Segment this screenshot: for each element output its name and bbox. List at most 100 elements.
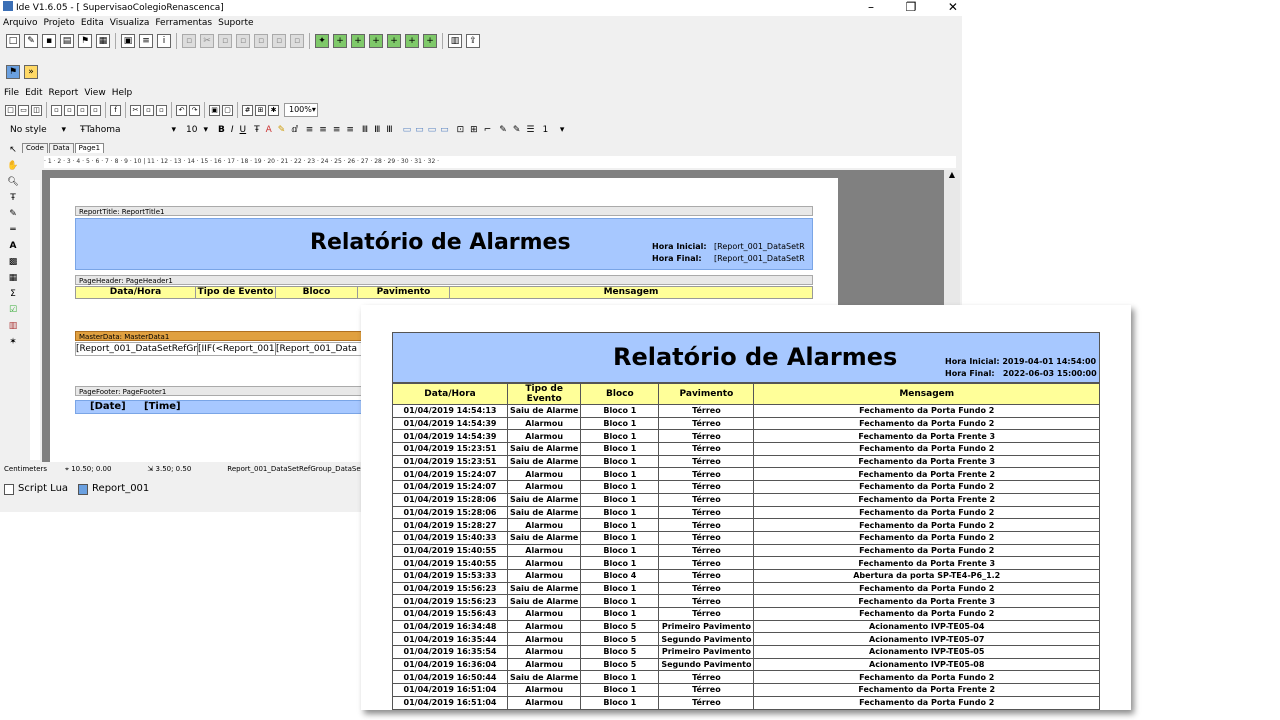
add-node2-icon[interactable]: + (351, 34, 365, 48)
connect-icon[interactable]: ⚑ (78, 34, 92, 48)
underline-icon[interactable]: U (240, 125, 247, 135)
line-color-icon[interactable]: ✎ (513, 125, 521, 135)
font-color-icon[interactable]: A (266, 125, 272, 135)
db-icon[interactable]: ▦ (96, 34, 110, 48)
copy-icon[interactable]: ▫ (182, 34, 196, 48)
list-icon[interactable]: ≡ (139, 34, 153, 48)
font-size-select[interactable]: 10 ▾ (182, 123, 212, 137)
page2-icon[interactable]: ▫ (77, 104, 88, 116)
preview-icon[interactable]: ◫ (31, 104, 42, 116)
chart-icon[interactable]: ▥ (448, 34, 462, 48)
more-tools-icon[interactable]: ✶ (4, 334, 22, 350)
export-icon[interactable]: ⇪ (466, 34, 480, 48)
cut-icon[interactable]: ✂ (200, 34, 214, 48)
cut2-icon[interactable]: ✂ (130, 104, 141, 116)
design-header-bloco[interactable]: Bloco (276, 287, 358, 298)
page-header-band[interactable]: Data/Hora Tipo de Evento Bloco Pavimento Men… (75, 286, 813, 299)
tab-script-lua[interactable]: Script Lua (4, 480, 68, 498)
add-node-icon[interactable]: + (333, 34, 347, 48)
open-report-icon[interactable]: ▭ (18, 104, 29, 116)
fit-grid-icon[interactable]: ✱ (268, 104, 279, 116)
scroll-up-icon[interactable]: ▲ (944, 170, 960, 179)
page3-icon[interactable]: ▫ (90, 104, 101, 116)
tab-report-001[interactable]: Report_001 (78, 480, 149, 498)
menu-ferramentas[interactable]: Ferramentas (155, 18, 212, 28)
zoom-icon[interactable]: 🔍︎ (4, 174, 22, 190)
new-file-icon[interactable]: □ (6, 34, 20, 48)
add-node5-icon[interactable]: + (405, 34, 419, 48)
report-title-band[interactable]: Relatório de Alarmes Hora Inicial: Hora … (75, 218, 813, 270)
align3-icon[interactable]: ▫ (272, 34, 286, 48)
menu-file[interactable]: File (4, 88, 19, 98)
text-tool-icon[interactable]: Ŧ (4, 190, 22, 206)
italic-icon[interactable]: I (231, 125, 234, 135)
hora-inicial-field[interactable]: [Report_001_DataSetR (714, 241, 805, 253)
network-icon[interactable]: ✦ (315, 34, 329, 48)
report-connect-icon[interactable]: ⚑ (6, 65, 20, 79)
close-button[interactable]: ✕ (948, 0, 958, 16)
frame-none-icon[interactable]: ⊞ (470, 125, 478, 135)
shadow-icon[interactable]: ⌐ (484, 125, 492, 135)
bold-icon[interactable]: B (218, 125, 225, 135)
paste2-icon[interactable]: ▫ (156, 104, 167, 116)
fill-icon[interactable]: ✎ (278, 125, 286, 135)
menu-projeto[interactable]: Projeto (43, 18, 74, 28)
design-report-title[interactable]: Relatório de Alarmes (310, 230, 571, 255)
menu-suporte[interactable]: Suporte (218, 18, 253, 28)
footer-date-field[interactable]: [Date] (90, 401, 126, 413)
add-node3-icon[interactable]: + (369, 34, 383, 48)
add-node4-icon[interactable]: + (387, 34, 401, 48)
hand-icon[interactable]: ✋ (4, 158, 22, 174)
design-header-pavimento[interactable]: Pavimento (358, 287, 450, 298)
tab-page1[interactable]: Page1 (74, 143, 105, 153)
valign-bottom-icon[interactable]: Ⅲ (386, 125, 392, 135)
hora-inicial-label[interactable]: Hora Inicial: (652, 241, 707, 253)
footer-time-field[interactable]: [Time] (144, 401, 181, 413)
design-header-datahora[interactable]: Data/Hora (76, 287, 196, 298)
line-width-select[interactable]: 1 ▾ (538, 123, 568, 137)
redo-icon[interactable]: ↷ (189, 104, 200, 116)
menu-help[interactable]: Help (112, 88, 133, 98)
print-icon[interactable]: ▤ (60, 34, 74, 48)
band-icon[interactable]: ═ (4, 222, 22, 238)
open-icon[interactable]: ✎ (24, 34, 38, 48)
master-field-datahora[interactable]: [Report_001_DataSetRefGro (76, 343, 198, 355)
minimize-button[interactable]: – (868, 0, 874, 16)
menu-edit[interactable]: Edit (25, 88, 42, 98)
hora-final-field[interactable]: [Report_001_DataSetR (714, 253, 805, 265)
hora-final-label[interactable]: Hora Final: (652, 253, 707, 265)
frame-bottom-icon[interactable]: ▭ (415, 125, 424, 135)
frame-color-icon[interactable]: ✎ (499, 125, 507, 135)
report-run-icon[interactable]: » (24, 65, 38, 79)
align2-icon[interactable]: ▫ (254, 34, 268, 48)
restore-button[interactable]: ❐ (906, 0, 917, 16)
ungroup-icon[interactable]: ▢ (222, 104, 233, 116)
new-report-icon[interactable]: □ (5, 104, 16, 116)
page-icon[interactable]: ▫ (64, 104, 75, 116)
group-icon[interactable]: ▣ (209, 104, 220, 116)
checkbox-icon[interactable]: ☑ (4, 302, 22, 318)
design-header-mensagem[interactable]: Mensagem (450, 287, 812, 298)
line-style-icon[interactable]: ☰ (526, 125, 534, 135)
frame-left-icon[interactable]: ▭ (428, 125, 437, 135)
style-select[interactable]: No style ▾ (6, 123, 70, 137)
master-field-tipo[interactable]: [IIF(<Report_001 (198, 343, 276, 355)
font-select[interactable]: ŦTahoma ▾ (76, 123, 180, 137)
align-right-icon[interactable]: ≡ (333, 125, 341, 135)
page-header-band-caption[interactable]: PageHeader: PageHeader1 (75, 275, 813, 285)
highlight-icon[interactable]: Ŧ (254, 125, 260, 135)
pointer-icon[interactable]: ↖ (4, 142, 22, 158)
info-icon[interactable]: i (157, 34, 171, 48)
align-grid-icon[interactable]: ⊞ (255, 104, 266, 116)
master-field-bloco[interactable]: [Report_001_Data (276, 343, 366, 355)
window-icon[interactable]: ▣ (121, 34, 135, 48)
copy2-icon[interactable]: ▫ (143, 104, 154, 116)
grid-icon[interactable]: # (242, 104, 253, 116)
frame-top-icon[interactable]: ▭ (403, 125, 412, 135)
add-node6-icon[interactable]: + (423, 34, 437, 48)
text-object-icon[interactable]: A (4, 238, 22, 254)
picture-icon[interactable]: ▩ (4, 254, 22, 270)
subreport-icon[interactable]: ▦ (4, 270, 22, 286)
valign-top-icon[interactable]: Ⅲ (362, 125, 368, 135)
menu-edita[interactable]: Edita (81, 18, 104, 28)
